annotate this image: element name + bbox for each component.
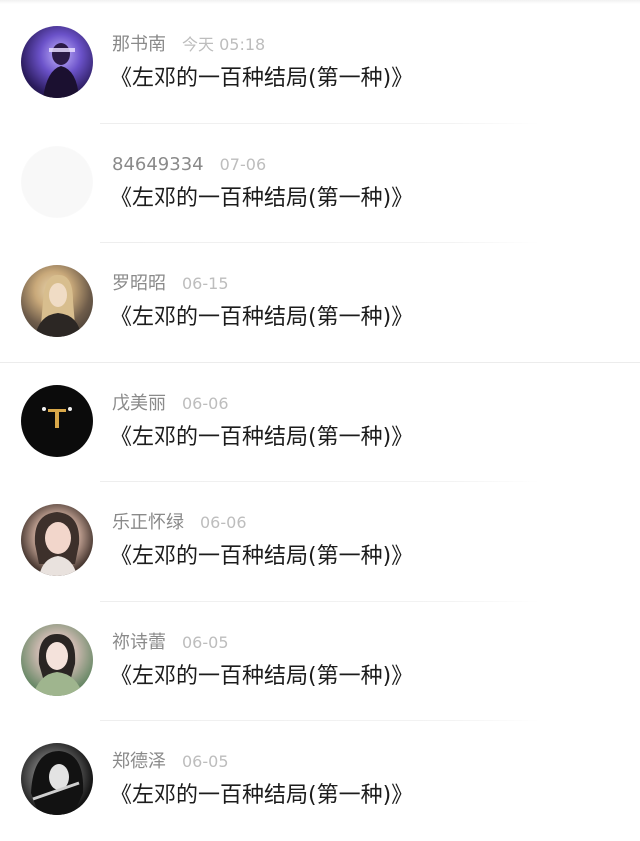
comment-text: 《左邓的一百种结局(第一种)》 <box>110 663 414 689</box>
avatar[interactable] <box>21 384 93 457</box>
avatar[interactable] <box>21 26 93 98</box>
timestamp: 06-06 <box>200 513 247 532</box>
girl-portrait-icon <box>34 512 80 576</box>
comment-text: 《左邓的一百种结局(第一种)》 <box>110 305 414 330</box>
comment-meta: 罗昭昭 06-15 <box>112 271 229 297</box>
timestamp: 06-15 <box>182 274 229 293</box>
comment-text: 《左邓的一百种结局(第一种)》 <box>110 66 414 91</box>
timestamp: 07-06 <box>219 154 267 174</box>
timestamp: 06-05 <box>182 752 229 771</box>
comment-meta: 郑德泽 06-05 <box>112 749 229 775</box>
username[interactable]: 祢诗蕾 <box>112 632 166 653</box>
dark-figure-icon <box>42 406 72 428</box>
comment-meta: 84649334 07-06 <box>112 152 266 178</box>
comment-item[interactable]: 罗昭昭 06-15 《左邓的一百种结局(第一种)》 <box>0 243 640 363</box>
avatar[interactable] <box>21 504 93 576</box>
avatar[interactable] <box>21 623 93 696</box>
username[interactable]: 84649334 <box>112 154 204 175</box>
comment-text: 《左邓的一百种结局(第一种)》 <box>110 185 414 211</box>
blank-avatar-icon <box>22 146 92 217</box>
comment-text: 《左邓的一百种结局(第一种)》 <box>110 424 414 450</box>
comment-item[interactable]: 那书南 今天 05:18 《左邓的一百种结局(第一种)》 <box>0 4 640 124</box>
username[interactable]: 罗昭昭 <box>112 273 166 294</box>
avatar[interactable] <box>21 743 93 815</box>
username[interactable]: 那书南 <box>112 34 166 55</box>
girl-green-portrait-icon <box>33 633 83 696</box>
comment-item[interactable]: 84649334 07-06 《左邓的一百种结局(第一种)》 <box>0 124 640 243</box>
comment-meta: 祢诗蕾 06-05 <box>112 630 229 656</box>
comment-text: 《左邓的一百种结局(第一种)》 <box>110 544 414 569</box>
comment-text: 《左邓的一百种结局(第一种)》 <box>110 783 414 808</box>
comment-item[interactable]: 戊美丽 06-06 《左邓的一百种结局(第一种)》 <box>0 363 640 482</box>
timestamp: 今天 05:18 <box>182 35 266 54</box>
comment-list: 那书南 今天 05:18 《左邓的一百种结局(第一种)》 84649334 07-0… <box>0 4 640 841</box>
anime-monochrome-portrait-icon <box>31 751 84 815</box>
blonde-portrait-icon <box>35 274 81 337</box>
comment-meta: 乐正怀绿 06-06 <box>112 510 247 536</box>
timestamp: 06-06 <box>182 393 229 413</box>
comment-item[interactable]: 郑德泽 06-05 《左邓的一百种结局(第一种)》 <box>0 721 640 841</box>
timestamp: 06-05 <box>182 632 229 652</box>
username[interactable]: 戊美丽 <box>112 393 166 414</box>
purple-neon-portrait-icon <box>43 43 79 98</box>
comment-meta: 那书南 今天 05:18 <box>112 32 265 58</box>
avatar[interactable] <box>21 145 93 218</box>
username[interactable]: 郑德泽 <box>112 751 166 772</box>
username[interactable]: 乐正怀绿 <box>112 512 184 533</box>
comment-meta: 戊美丽 06-06 <box>112 391 229 417</box>
comment-item[interactable]: 乐正怀绿 06-06 《左邓的一百种结局(第一种)》 <box>0 482 640 602</box>
comment-item[interactable]: 祢诗蕾 06-05 《左邓的一百种结局(第一种)》 <box>0 602 640 721</box>
avatar[interactable] <box>21 265 93 337</box>
